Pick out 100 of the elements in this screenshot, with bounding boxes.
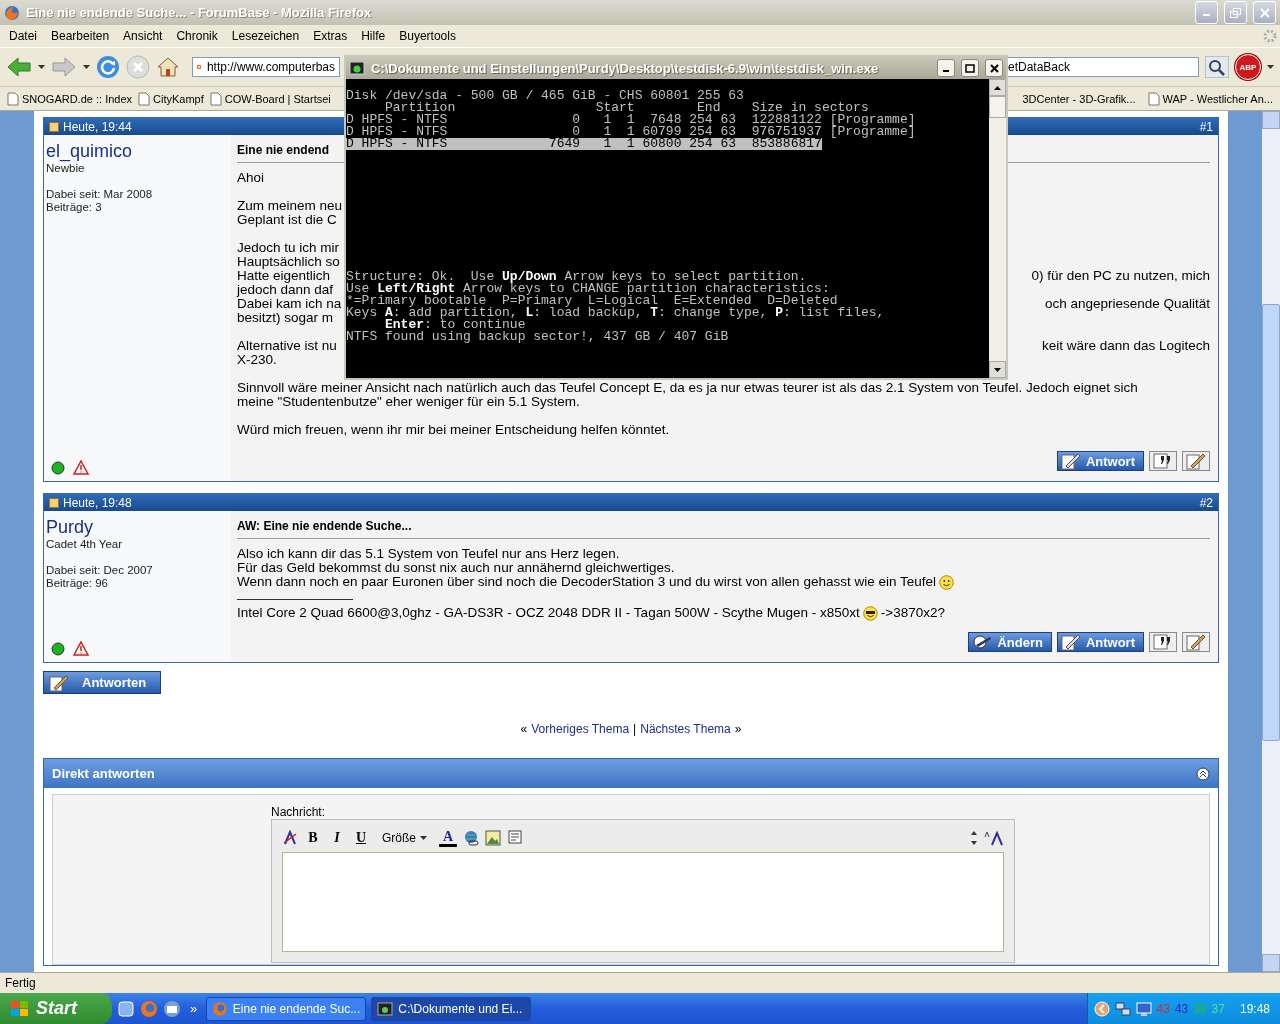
close-button[interactable] (985, 59, 1003, 77)
previous-thread-link[interactable]: Vorheriges Thema (531, 722, 630, 736)
quote-icon (1153, 634, 1173, 650)
message-label: Nachricht: (271, 805, 326, 819)
reply-button[interactable]: Antwort (1056, 632, 1144, 652)
console-text: Use Left/Right Arrow keys to CHANGE partition characteristics: (346, 283, 830, 295)
edit-button[interactable] (1182, 632, 1210, 652)
next-thread-link[interactable]: Nächstes Thema (640, 722, 731, 736)
menu-item[interactable]: Datei (2, 27, 44, 45)
maximize-button[interactable] (961, 59, 979, 77)
post-text: Für das Geld bekommst du sonst nix auch nur annähernd gleichwertiges. (237, 561, 675, 575)
menu-item[interactable]: Ansicht (116, 27, 170, 45)
clock: 19:48 (1239, 1001, 1270, 1016)
temperature-reading: 38 (1193, 1001, 1207, 1016)
search-icon[interactable] (1205, 56, 1229, 78)
home-button[interactable] (156, 55, 180, 79)
bookmark-link[interactable]: COW-Board | Startsei (206, 91, 334, 106)
post-text: Dabei kam ich na (237, 297, 342, 311)
post-text: Würd mich freuen, wenn ihr mir bei meiner Entscheidung helfen könntet. (237, 423, 670, 437)
image-icon[interactable] (485, 830, 501, 846)
post-text: besitzt) sogar m (237, 311, 334, 325)
console-scrollbar[interactable] (989, 79, 1006, 378)
link-icon[interactable] (463, 830, 479, 846)
scroll-thumb[interactable] (1262, 304, 1280, 741)
quote-icon[interactable] (507, 830, 523, 846)
reply-button[interactable]: Antwort (1056, 451, 1144, 471)
reload-button[interactable] (96, 55, 120, 79)
more-icons-button[interactable]: » (186, 1001, 202, 1016)
post-text: Zum meinem neu (237, 199, 343, 213)
pen-paper-icon (48, 673, 70, 692)
console-text: *=Primary bootable P=Primary L=Logical E=Extended D=Deleted (346, 295, 838, 307)
mail-icon[interactable] (163, 999, 181, 1018)
page-icon (1147, 91, 1160, 106)
quote-button[interactable] (1149, 451, 1177, 471)
warning-icon[interactable] (73, 460, 89, 475)
menu-item[interactable]: Hilfe (354, 27, 393, 45)
partition-row[interactable]: D HPFS - NTFS 0 1 1 60799 254 63 976751937 [Programme] (346, 126, 916, 138)
bookmark-link[interactable]: SNOGARD.de :: Index (4, 91, 136, 106)
quote-icon (1153, 453, 1173, 469)
edit-button[interactable] (1182, 451, 1210, 471)
menu-item[interactable]: Lesezeichen (224, 27, 307, 45)
menu-item[interactable]: Bearbeiten (44, 27, 117, 45)
scroll-up-icon[interactable] (994, 85, 1001, 90)
collapse-icon[interactable] (1196, 766, 1210, 781)
window-title: C:\Dokumente und Einstellungen\Purdy\Desktop\testdisk-6.9\win\testdisk_win.exe (371, 60, 880, 76)
start-button[interactable]: Start (0, 993, 112, 1024)
next-arrow: » (734, 722, 742, 736)
font-color-button[interactable]: A (439, 829, 457, 847)
underline-button[interactable]: U (352, 828, 370, 848)
menu-item[interactable]: Chronik (169, 27, 225, 45)
partition-row[interactable]: D HPFS - NTFS 7649 1 1 60800 254 63 853886817 (346, 138, 822, 150)
taskbar-button[interactable]: C:\Dokumente und Ei... (371, 996, 532, 1021)
page-scrollbar[interactable] (1262, 111, 1280, 972)
switch-mode-icon[interactable] (984, 830, 1004, 846)
bookmark-link[interactable]: WAP - Westlicher An... (1144, 91, 1276, 106)
taskbar-button[interactable]: Eine nie endende Suc... (206, 996, 367, 1021)
page-icon (209, 91, 222, 106)
post-count: Beiträge: 96 (46, 577, 109, 590)
pen-paper-icon (1059, 452, 1082, 470)
menu-item[interactable]: Extras (306, 27, 355, 45)
console-text: Enter: to continue (384, 319, 526, 331)
dropdown-arrow-icon[interactable] (1267, 65, 1274, 69)
italic-button[interactable]: I (328, 828, 346, 848)
user-rank: Newbie (46, 162, 86, 175)
scroll-thumb[interactable] (989, 96, 1006, 118)
chevron-icon[interactable] (1093, 1000, 1110, 1017)
scroll-down-icon[interactable] (994, 367, 1001, 372)
remove-format-icon[interactable] (282, 830, 298, 846)
message-field[interactable] (282, 852, 1004, 952)
warning-icon[interactable] (73, 641, 89, 656)
partition-row[interactable]: D HPFS - NTFS 0 1 1 7648 254 63 122881122 [Programme] (346, 114, 916, 126)
edit-post-button[interactable]: Ändern (968, 632, 1052, 652)
post-text: jedoch dann daf (237, 283, 334, 297)
post-number-link[interactable]: #1 (1199, 119, 1213, 134)
adblock-button[interactable]: ABP (1235, 54, 1261, 80)
username-link[interactable]: Purdy (46, 517, 229, 538)
back-button[interactable] (6, 56, 32, 78)
bold-button[interactable]: B (304, 828, 322, 848)
post-number-link[interactable]: #2 (1199, 495, 1213, 510)
network-icon[interactable] (1114, 1000, 1131, 1017)
resize-icon[interactable] (970, 830, 978, 846)
desktop-icon[interactable] (117, 999, 135, 1018)
post-text: Hauptsächlich so (237, 255, 340, 269)
reply-button[interactable]: Antworten (43, 671, 162, 694)
size-dropdown[interactable]: Größe (376, 828, 433, 848)
menu-item[interactable]: Buyertools (392, 27, 463, 45)
quote-button[interactable] (1149, 632, 1177, 652)
bookmark-link[interactable]: CityKampf (135, 91, 207, 106)
dropdown-arrow-icon[interactable] (38, 65, 45, 69)
join-date: Dabei seit: Mar 2008 (46, 188, 154, 201)
caret-icon (420, 836, 427, 840)
monitor-icon[interactable] (1135, 1000, 1152, 1017)
pen-circle-icon (971, 633, 994, 651)
post-text: Also ich kann dir das 5.1 System von Teufel nur ans Herz legen. (237, 547, 620, 561)
bookmark-link[interactable]: 3DCenter - 3D-Grafik... (1019, 92, 1139, 105)
join-date: Dabei seit: Dec 2007 (46, 564, 154, 577)
username-link[interactable]: el_quimico (46, 141, 229, 162)
dropdown-arrow-icon[interactable] (83, 65, 90, 69)
minimize-button[interactable] (937, 59, 955, 77)
address-field[interactable]: http://www.computerbas (192, 57, 340, 77)
